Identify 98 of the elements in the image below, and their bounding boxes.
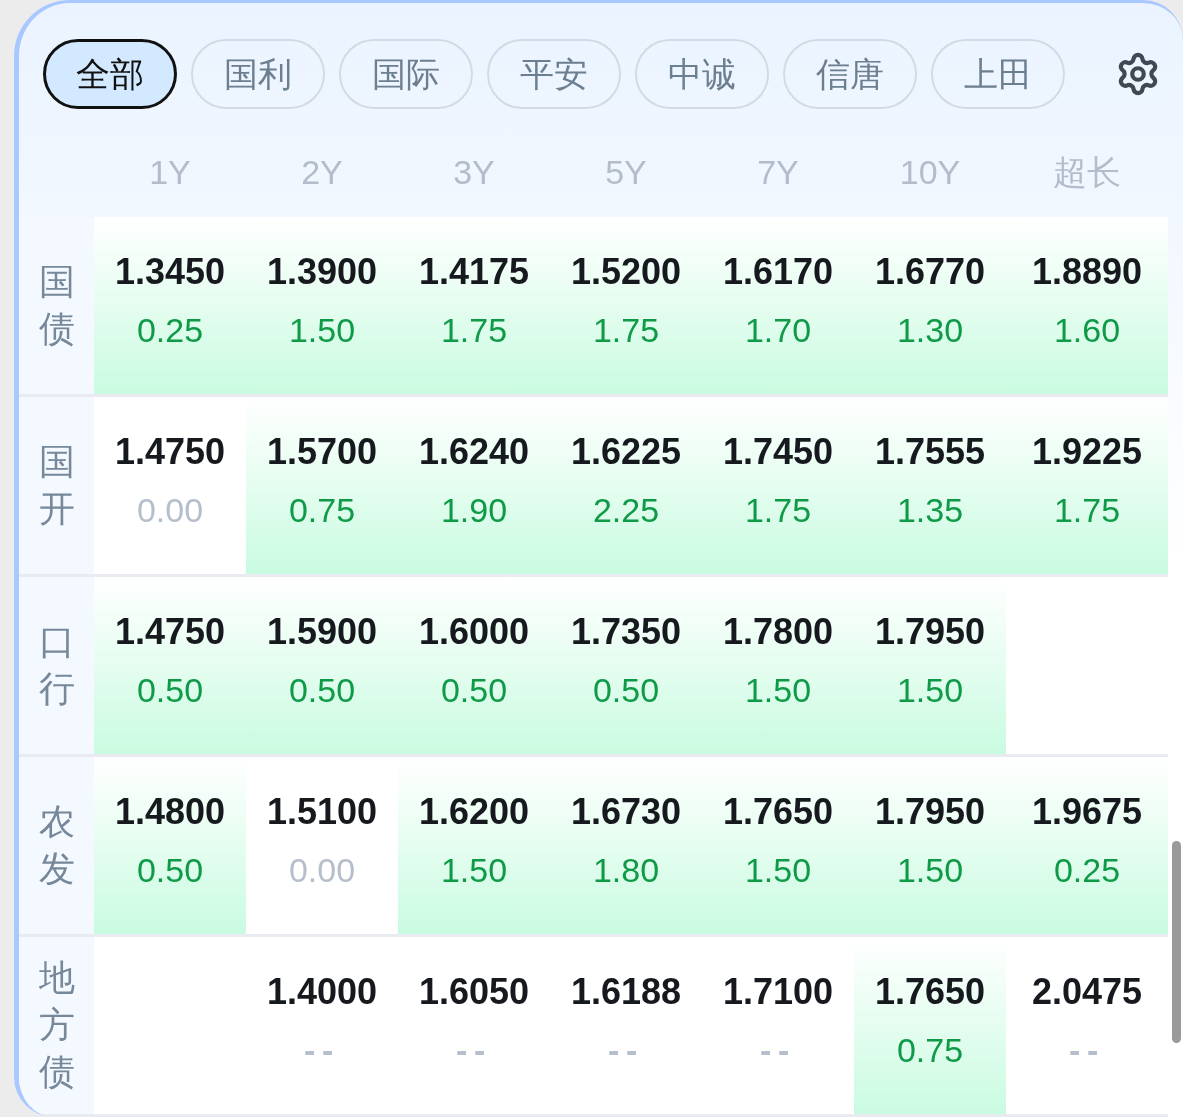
change-value: -- xyxy=(303,1030,341,1071)
column-header: 1Y xyxy=(149,152,191,193)
filter-tab[interactable]: 中诚 xyxy=(635,39,769,109)
change-value: 1.50 xyxy=(896,850,964,891)
change-value: 0.50 xyxy=(136,850,204,891)
change-value: 0.75 xyxy=(896,1030,964,1071)
column-header: 3Y xyxy=(453,152,495,193)
filter-tab[interactable]: 国利 xyxy=(191,39,325,109)
rate-value: 1.4750 xyxy=(114,610,226,654)
row-label: 农发 xyxy=(19,757,94,934)
change-value: 1.35 xyxy=(896,490,964,531)
rate-value: 1.7100 xyxy=(722,970,834,1014)
rate-value: 1.6188 xyxy=(570,970,682,1014)
rate-value: 1.8890 xyxy=(1031,250,1143,294)
rate-value: 1.6000 xyxy=(418,610,530,654)
change-value: -- xyxy=(1068,1030,1106,1071)
column-header: 5Y xyxy=(605,152,647,193)
change-value: 1.75 xyxy=(1053,490,1121,531)
change-value: 0.00 xyxy=(136,490,204,531)
rate-value: 1.4175 xyxy=(418,250,530,294)
change-value: -- xyxy=(607,1030,645,1071)
column-header: 超长 xyxy=(1053,152,1121,193)
rate-value: 1.9225 xyxy=(1031,430,1143,474)
change-value: 1.50 xyxy=(744,670,812,711)
rate-value: 1.6240 xyxy=(418,430,530,474)
scrollbar[interactable] xyxy=(1172,841,1181,1043)
rate-value: 1.7555 xyxy=(874,430,986,474)
rate-value: 1.3900 xyxy=(266,250,378,294)
rate-value: 1.5900 xyxy=(266,610,378,654)
change-value: 0.50 xyxy=(288,670,356,711)
change-value: 1.50 xyxy=(744,850,812,891)
rate-value: 1.4800 xyxy=(114,790,226,834)
change-value: 2.25 xyxy=(592,490,660,531)
rate-value: 1.6225 xyxy=(570,430,682,474)
column-header: 2Y xyxy=(301,152,343,193)
change-value: 0.00 xyxy=(288,850,356,891)
rate-value: 1.5200 xyxy=(570,250,682,294)
column-header: 7Y xyxy=(757,152,799,193)
change-value: 1.50 xyxy=(288,310,356,351)
rate-value: 1.4000 xyxy=(266,970,378,1014)
change-value: 0.75 xyxy=(288,490,356,531)
change-value: 0.50 xyxy=(440,670,508,711)
rate-value: 1.7950 xyxy=(874,790,986,834)
change-value: 0.50 xyxy=(592,670,660,711)
change-value: 1.90 xyxy=(440,490,508,531)
rate-cell[interactable]: 1.7450 1.75 xyxy=(702,397,854,574)
change-value: 1.75 xyxy=(744,490,812,531)
change-value: 1.80 xyxy=(592,850,660,891)
rate-value: 1.5100 xyxy=(266,790,378,834)
rate-value: 1.6050 xyxy=(418,970,530,1014)
rate-value: 1.4750 xyxy=(114,430,226,474)
rate-value: 1.7800 xyxy=(722,610,834,654)
filter-tab[interactable]: 国际 xyxy=(339,39,473,109)
rate-value: 1.3450 xyxy=(114,250,226,294)
rate-cell[interactable]: 1.5200 1.75 xyxy=(550,217,702,394)
rate-value: 1.6730 xyxy=(570,790,682,834)
rate-cell[interactable]: 1.9225 1.75 xyxy=(1006,397,1168,574)
rate-cell[interactable]: 1.6770 1.30 xyxy=(854,217,1006,394)
change-value: 1.75 xyxy=(592,310,660,351)
change-value: 1.30 xyxy=(896,310,964,351)
rate-value: 1.7650 xyxy=(722,790,834,834)
filter-tab[interactable]: 信唐 xyxy=(783,39,917,109)
change-value: 1.75 xyxy=(440,310,508,351)
rate-value: 1.7350 xyxy=(570,610,682,654)
rate-cell[interactable]: 1.3900 1.50 xyxy=(246,217,398,394)
row-label: 地方债 xyxy=(19,937,94,1114)
rate-cell[interactable]: 1.6240 1.90 xyxy=(398,397,550,574)
change-value: -- xyxy=(759,1030,797,1071)
filter-tab[interactable]: 上田 xyxy=(931,39,1065,109)
rate-cell[interactable]: 1.7555 1.35 xyxy=(854,397,1006,574)
rate-value: 1.5700 xyxy=(266,430,378,474)
change-value: 1.50 xyxy=(896,670,964,711)
rate-value: 1.9675 xyxy=(1031,790,1143,834)
rate-value: 2.0475 xyxy=(1031,970,1143,1014)
change-value: 1.50 xyxy=(440,850,508,891)
rate-value: 1.6170 xyxy=(722,250,834,294)
change-value: 0.25 xyxy=(1053,850,1121,891)
change-value: -- xyxy=(455,1030,493,1071)
change-value: 1.70 xyxy=(744,310,812,351)
rate-value: 1.6770 xyxy=(874,250,986,294)
change-value: 1.60 xyxy=(1053,310,1121,351)
row-label: 口行 xyxy=(19,577,94,754)
row-label: 国开 xyxy=(19,397,94,574)
rate-value: 1.7650 xyxy=(874,970,986,1014)
rate-cell[interactable]: 1.3450 0.25 xyxy=(94,217,246,394)
change-value: 0.50 xyxy=(136,670,204,711)
rate-cell[interactable]: 1.6225 2.25 xyxy=(550,397,702,574)
column-header: 10Y xyxy=(899,152,961,193)
rate-cell[interactable]: 1.4175 1.75 xyxy=(398,217,550,394)
filter-tab[interactable]: 平安 xyxy=(487,39,621,109)
change-value: 0.25 xyxy=(136,310,204,351)
rate-cell[interactable]: 1.5700 0.75 xyxy=(246,397,398,574)
filter-tab[interactable]: 全部 xyxy=(43,39,177,109)
rate-cell[interactable]: 1.8890 1.60 xyxy=(1006,217,1168,394)
rate-value: 1.6200 xyxy=(418,790,530,834)
rate-value: 1.7450 xyxy=(722,430,834,474)
rate-cell[interactable]: 1.6170 1.70 xyxy=(702,217,854,394)
rate-value: 1.7950 xyxy=(874,610,986,654)
